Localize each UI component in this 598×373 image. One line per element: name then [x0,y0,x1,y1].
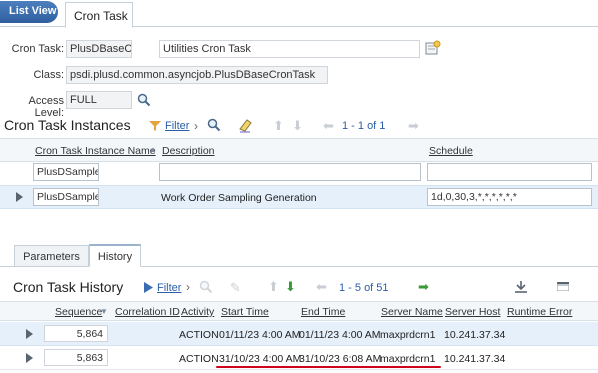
instances-pager: 1 - 1 of 1 [342,120,386,132]
row-details-arrow-icon[interactable] [16,192,23,202]
column-header-correlation-id[interactable]: Correlation ID [115,306,180,318]
arrow-up-disabled-icon: ⬆ [273,118,284,133]
history-pager: 1 - 5 of 51 [339,282,389,294]
instances-find-icon[interactable] [207,118,221,132]
access-level-label: Access Level: [28,95,64,119]
minimize-icon[interactable] [556,282,570,292]
column-header-start-time[interactable]: Start Time [221,306,269,318]
sequence-cell: 5,864 [44,325,108,342]
activity-cell: ACTION [179,329,219,341]
clear-filter-disabled-icon: ✎ [230,280,241,295]
previous-page-disabled-icon: ⬅ [323,118,334,133]
chevron-right-icon: › [186,280,190,294]
class-label: Class: [33,69,64,81]
instances-filter-link[interactable]: Filter [165,120,189,132]
filter-icon[interactable] [149,121,161,131]
long-description-icon[interactable] [425,40,441,56]
history-section-title: Cron Task History [13,279,124,295]
row-details-arrow-icon[interactable] [26,329,33,339]
column-header-server-name[interactable]: Server Name [381,306,443,318]
list-view-button[interactable]: List View [0,1,58,23]
server-host-cell: 10.241.37.34 [444,353,506,365]
column-header-schedule[interactable]: Schedule [429,145,473,157]
download-icon[interactable] [514,281,528,293]
description-filter-input[interactable] [159,163,421,181]
next-page-disabled-icon: ➡ [408,118,419,133]
tab-history[interactable]: History [89,244,141,267]
arrow-down-disabled-icon: ⬇ [292,118,303,133]
column-header-server-host[interactable]: Server Host [445,306,500,318]
server-host-cell: 10.241.37.34 [444,329,506,341]
sort-icon[interactable]: ▲ [149,145,157,154]
cron-task-description-field[interactable]: Utilities Cron Task [159,40,420,58]
column-header-activity[interactable]: Activity [181,306,214,318]
column-header-description[interactable]: Description [162,145,215,157]
next-page-icon[interactable]: ➡ [418,279,429,295]
history-filter-link[interactable]: Filter [157,282,181,294]
funnel-icon [149,121,161,131]
instance-name-filter-input[interactable]: PlusDSample\ [33,163,99,181]
tab-cron-task[interactable]: Cron Task [65,2,133,28]
access-level-field[interactable]: FULL [66,91,132,109]
instance-description-cell: Work Order Sampling Generation [161,192,317,204]
class-field: psdi.plusd.common.asyncjob.PlusDBaseCron… [66,66,328,84]
detail-search-icon[interactable] [137,93,151,107]
history-filter-icon[interactable] [144,282,153,293]
row-details-arrow-icon[interactable] [26,353,33,363]
annotation-underline [216,366,441,368]
arrow-up-disabled-icon: ⬆ [268,279,279,294]
column-header-runtime-error[interactable]: Runtime Error [507,306,572,318]
end-time-cell: 01/11/23 4:00 AM [299,329,381,341]
clear-filter-icon[interactable] [238,117,254,133]
server-name-cell: maxprdcrn1 [380,329,436,341]
instance-name-cell[interactable]: PlusDSampleW [33,188,99,206]
minimize-icon [556,282,570,292]
cron-task-field[interactable]: PlusDBaseCro [66,40,132,58]
schedule-filter-input[interactable] [427,163,592,181]
server-name-cell: maxprdcrn1 [380,353,436,365]
download-icon [515,281,527,293]
long-description-icon [425,40,441,55]
tab-parameters[interactable]: Parameters [14,245,89,267]
history-find-icon [199,280,213,294]
previous-page-disabled-icon: ⬅ [316,279,327,294]
magnifier-icon [137,93,151,107]
instances-section-title: Cron Task Instances [4,117,131,133]
column-header-sequence[interactable]: Sequence [55,306,102,318]
start-time-cell: 01/11/23 4:00 AM [219,329,301,341]
sort-descending-icon[interactable]: ▼ [100,307,108,316]
activity-cell: ACTION [179,353,219,365]
cron-task-label: Cron Task: [11,43,64,55]
column-header-end-time[interactable]: End Time [301,306,345,318]
play-filter-icon [144,282,153,293]
sequence-cell: 5,863 [44,349,108,366]
chevron-right-icon: › [194,119,198,133]
instance-schedule-cell[interactable]: 1d,0,30,3,*,*,*,*,*,* [427,188,592,206]
column-header-instance-name[interactable]: Cron Task Instance Name [35,145,156,157]
arrow-down-icon[interactable]: ⬇ [285,279,296,295]
magnifier-icon [207,118,221,132]
end-time-cell: 31/10/23 6:08 AM [299,353,382,365]
magnifier-icon [199,280,213,294]
start-time-cell: 31/10/23 4:00 AM [219,353,302,365]
eraser-icon [239,119,252,133]
